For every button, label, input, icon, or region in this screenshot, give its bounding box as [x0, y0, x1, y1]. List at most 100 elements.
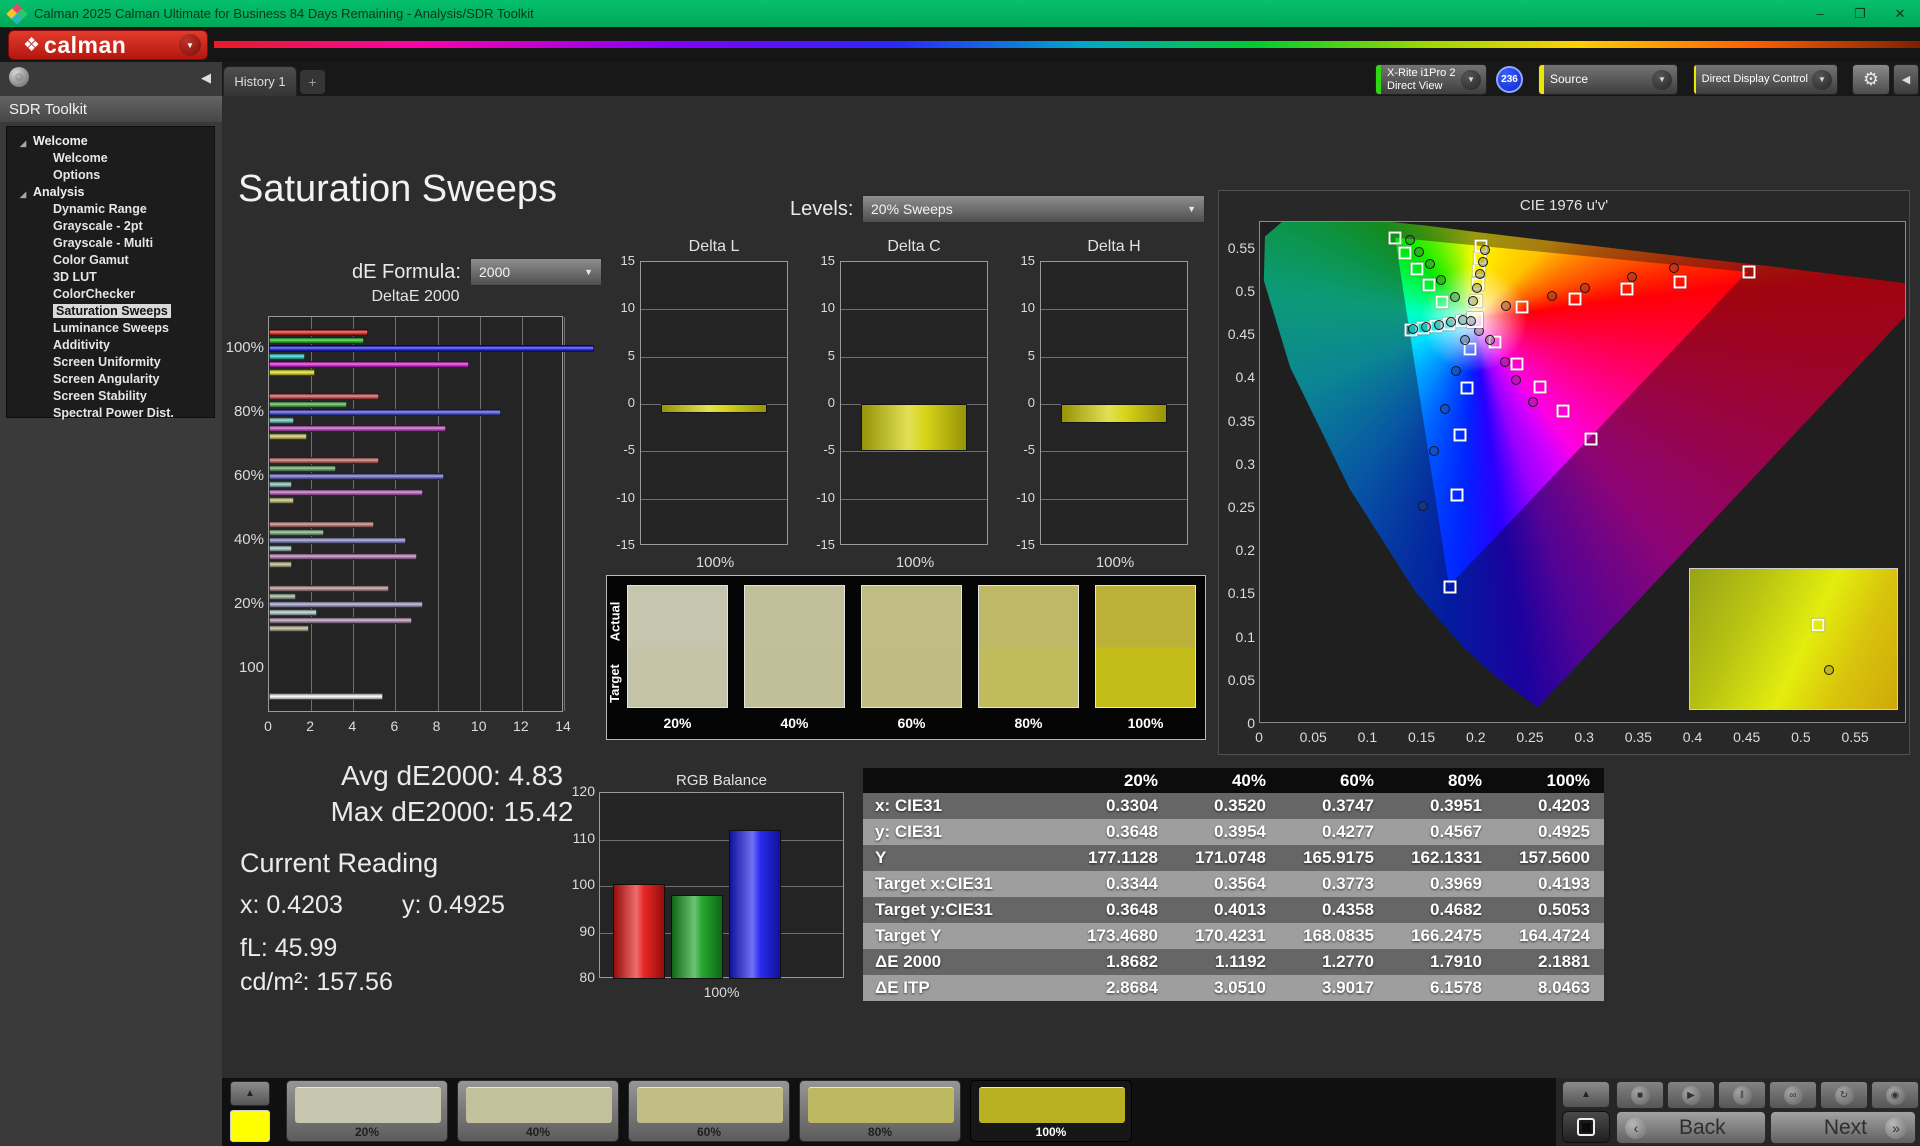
- sidebar-item-saturation-sweeps[interactable]: Saturation Sweeps: [7, 303, 214, 320]
- sidebar-item-additivity[interactable]: Additivity: [7, 337, 214, 354]
- calman-logo-icon: ❖: [23, 34, 41, 56]
- meter-toolbar-button-1[interactable]: ■: [1616, 1081, 1664, 1109]
- pattern-swatch-20%[interactable]: 20%: [286, 1080, 448, 1142]
- display-control-chevron-down-icon[interactable]: ▼: [1812, 69, 1832, 90]
- meter-toolbar-button-5[interactable]: ↻: [1820, 1081, 1868, 1109]
- table-row: Y 177.1128 171.0748 165.9175 162.1331 157.560…: [863, 845, 1604, 871]
- app-icon: [6, 2, 28, 25]
- cie-whitepoint-measured: [1465, 315, 1476, 326]
- target-swatch: [745, 646, 844, 707]
- rgb-bar-red: [613, 884, 665, 979]
- collapse-panel-button[interactable]: ◀: [1893, 64, 1919, 95]
- chevron-right-icon: »: [1885, 1116, 1907, 1139]
- display-control-dropdown[interactable]: Direct Display Control ▼: [1693, 64, 1838, 95]
- calman-menu-button[interactable]: ❖ calman ▼: [8, 30, 208, 60]
- cie-target-marker-blue: [1450, 488, 1464, 502]
- deltae-bar-yellow: [269, 625, 310, 632]
- swatch-column-label: 40%: [780, 715, 809, 731]
- sidebar-item-color-gamut[interactable]: Color Gamut: [7, 252, 214, 269]
- chevron-left-icon: ‹: [1625, 1116, 1647, 1139]
- rgb-bar-green: [671, 895, 723, 979]
- meter-chevron-down-icon[interactable]: ▼: [1461, 69, 1481, 90]
- tree-group-analysis[interactable]: ◢ Analysis: [7, 184, 214, 201]
- source-chevron-down-icon[interactable]: ▼: [1652, 69, 1672, 90]
- cie-x-tick: 0: [1255, 729, 1263, 745]
- sidebar-collapse-button[interactable]: ◀: [194, 66, 218, 90]
- deltae-x-tick: 0: [264, 718, 272, 734]
- levels-chevron-down-icon: ▼: [1187, 204, 1196, 214]
- add-tab-button[interactable]: +: [300, 70, 325, 94]
- pattern-quick-swatch[interactable]: [230, 1110, 270, 1142]
- swatch-column: [744, 585, 845, 708]
- meter-dropdown[interactable]: X-Rite i1Pro 2 Direct View ▼: [1375, 64, 1487, 95]
- cie-x-tick: 0.35: [1624, 729, 1652, 745]
- current-y-readout: y: 0.4925: [402, 891, 505, 919]
- table-cell: 0.3564: [1214, 874, 1266, 893]
- pattern-bar: ▲ 20% 40% 60% 80% 100% ▲ ■ ▶ ‖ ∞ ↻ ◉ ‹ Back Next …: [222, 1078, 1920, 1146]
- sidebar-item-options[interactable]: Options: [7, 167, 214, 184]
- sidebar-item-grayscale-2pt[interactable]: Grayscale - 2pt: [7, 218, 214, 235]
- sidebar-item-screen-uniformity[interactable]: Screen Uniformity: [7, 354, 214, 371]
- stop-icon: [1577, 1118, 1595, 1136]
- table-cell: 0.4358: [1322, 900, 1374, 919]
- rgb-balance-chart: [599, 792, 844, 979]
- sidebar-item-screen-stability[interactable]: Screen Stability: [7, 388, 214, 405]
- rgb-y-tick: 110: [572, 829, 595, 846]
- sidebar-item-colorchecker[interactable]: ColorChecker: [7, 286, 214, 303]
- meter-toolbar-button-2[interactable]: ▶: [1667, 1081, 1715, 1109]
- settings-button[interactable]: ⚙: [1852, 64, 1890, 95]
- tree-expander-icon[interactable]: ◢: [20, 186, 26, 203]
- sidebar-item-welcome[interactable]: Welcome: [7, 150, 214, 167]
- tree-group-welcome[interactable]: ◢ Welcome: [7, 133, 214, 150]
- cie-target-marker-red: [1515, 300, 1529, 314]
- tree-expander-icon[interactable]: ◢: [20, 135, 26, 152]
- meter-toolbar-button-6[interactable]: ◉: [1871, 1081, 1919, 1109]
- y-tick: 10: [1020, 300, 1035, 316]
- cie-y-tick: 0.3: [1235, 455, 1255, 472]
- cie-target-marker-red: [1620, 282, 1634, 296]
- next-button[interactable]: Next »: [1770, 1111, 1916, 1144]
- levels-dropdown[interactable]: 20% Sweeps ▼: [862, 195, 1205, 223]
- stop-button[interactable]: [1562, 1111, 1610, 1143]
- pattern-swatch-40%[interactable]: 40%: [457, 1080, 619, 1142]
- calman-menu-chevron-down-icon[interactable]: ▼: [179, 34, 201, 56]
- sidebar-item-grayscale-multi[interactable]: Grayscale - Multi: [7, 235, 214, 252]
- pattern-up-button[interactable]: ▲: [230, 1081, 270, 1106]
- sidebar-item-spectral-power-dist-[interactable]: Spectral Power Dist.: [7, 405, 214, 422]
- gridline: [564, 317, 565, 711]
- table-header-row: 20% 40% 60% 80% 100%: [863, 768, 1604, 793]
- minimize-button[interactable]: –: [1800, 6, 1840, 22]
- cie-inset-measured-marker: [1823, 664, 1834, 675]
- source-dropdown[interactable]: Source ▼: [1538, 64, 1678, 95]
- sidebar-item-3d-lut[interactable]: 3D LUT: [7, 269, 214, 286]
- meter-toolbar-button-4[interactable]: ∞: [1769, 1081, 1817, 1109]
- deltae-x-tick: 2: [306, 718, 315, 734]
- pattern-swatch-100%[interactable]: 100%: [970, 1080, 1132, 1142]
- table-row: Target x:CIE31 0.3344 0.3564 0.3773 0.3969 0.…: [863, 871, 1604, 897]
- meter-status-led[interactable]: [9, 67, 29, 87]
- meter-toolbar-button-3[interactable]: ‖: [1718, 1081, 1766, 1109]
- target-row-label: Target: [606, 664, 622, 703]
- back-button[interactable]: ‹ Back: [1616, 1111, 1766, 1144]
- actual-row-label: Actual: [607, 601, 623, 642]
- table-cell: 0.4013: [1214, 900, 1266, 919]
- cie-measured-marker-green: [1425, 259, 1436, 270]
- sidebar-item-luminance-sweeps[interactable]: Luminance Sweeps: [7, 320, 214, 337]
- y-tick: -15: [1016, 537, 1035, 552]
- cie-target-marker-blue: [1460, 381, 1474, 395]
- rainbow-divider: [214, 41, 1920, 48]
- maximize-button[interactable]: ❐: [1840, 6, 1880, 22]
- table-cell: 1.8682: [1106, 952, 1158, 971]
- pattern-swatch-60%[interactable]: 60%: [628, 1080, 790, 1142]
- sidebar-item-dynamic-range[interactable]: Dynamic Range: [7, 201, 214, 218]
- tab-history-1[interactable]: History 1: [223, 66, 297, 96]
- delta_l-x-label: 100%: [695, 554, 735, 571]
- sidebar-item-screen-angularity[interactable]: Screen Angularity: [7, 371, 214, 388]
- pattern-swatch-80%[interactable]: 80%: [799, 1080, 961, 1142]
- gridline: [1041, 356, 1187, 358]
- y-tick: 0: [627, 395, 635, 410]
- close-button[interactable]: ✕: [1880, 6, 1920, 22]
- session-up-button[interactable]: ▲: [1562, 1081, 1610, 1108]
- table-cell: 0.3773: [1322, 874, 1374, 893]
- de-formula-dropdown[interactable]: 2000 ▼: [470, 258, 602, 286]
